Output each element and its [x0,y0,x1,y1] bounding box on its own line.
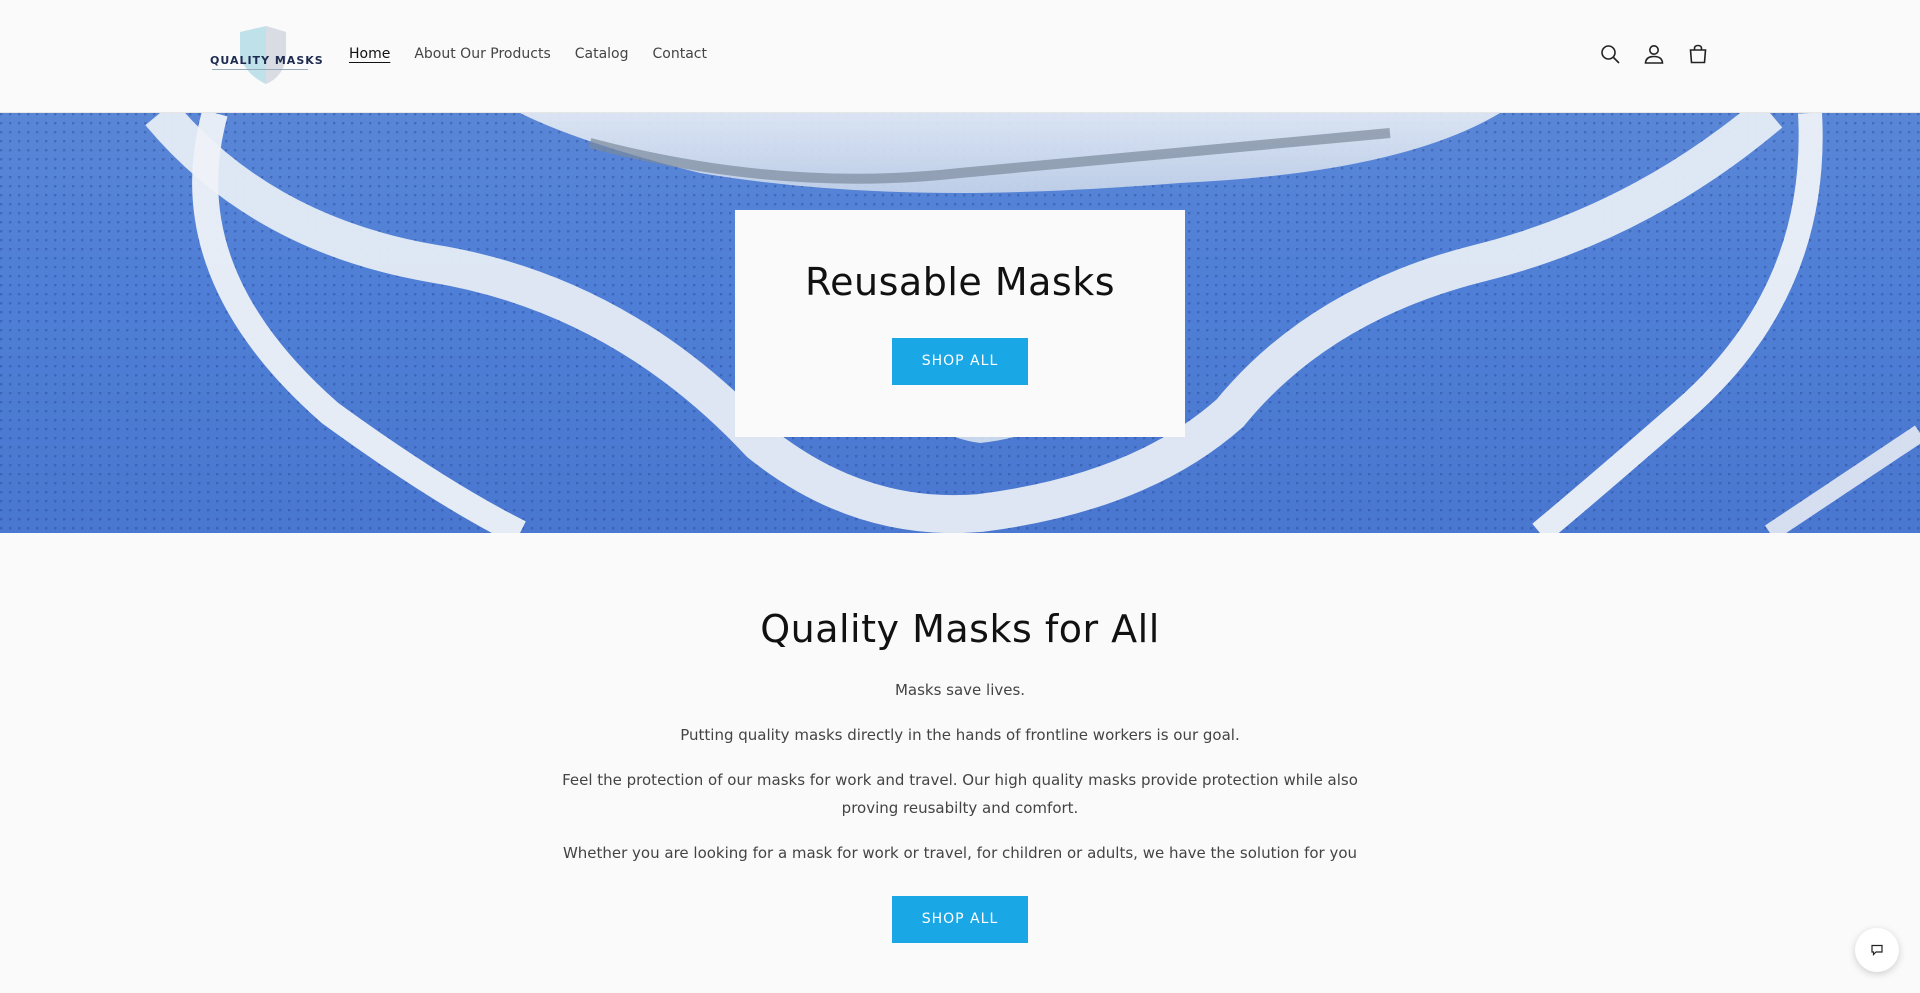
nav-home[interactable]: Home [349,46,390,62]
nav-catalog[interactable]: Catalog [575,46,629,62]
logo[interactable]: QUALITY MASKS [208,24,324,88]
intro-section: Quality Masks for All Masks save lives. … [0,533,1920,993]
shop-all-button[interactable]: SHOP ALL [892,896,1028,943]
logo-text: QUALITY MASKS [210,54,324,67]
header-icons [1598,42,1710,66]
nav-contact[interactable]: Contact [653,46,707,62]
site-header: QUALITY MASKS Home About Our Products Ca… [0,0,1920,113]
paragraph: Feel the protection of our masks for wor… [562,771,1358,817]
logo-divider [212,69,308,70]
hero-card: Reusable Masks SHOP ALL [735,210,1185,437]
section-title: Quality Masks for All [760,607,1160,651]
chat-icon [1871,944,1883,956]
nav-about-our-products[interactable]: About Our Products [414,46,550,62]
chat-button[interactable] [1855,928,1899,972]
paragraph: Putting quality masks directly in the ha… [680,726,1240,744]
paragraph: Whether you are looking for a mask for w… [562,844,1358,862]
cart-icon[interactable] [1686,42,1710,66]
account-icon[interactable] [1642,42,1666,66]
main-nav: Home About Our Products Catalog Contact [349,46,707,62]
hero-shop-all-button[interactable]: SHOP ALL [892,338,1028,385]
paragraph: Masks save lives. [894,681,1026,699]
search-icon[interactable] [1598,42,1622,66]
hero-title: Reusable Masks [804,260,1116,304]
hero-banner: Reusable Masks SHOP ALL [0,113,1920,533]
